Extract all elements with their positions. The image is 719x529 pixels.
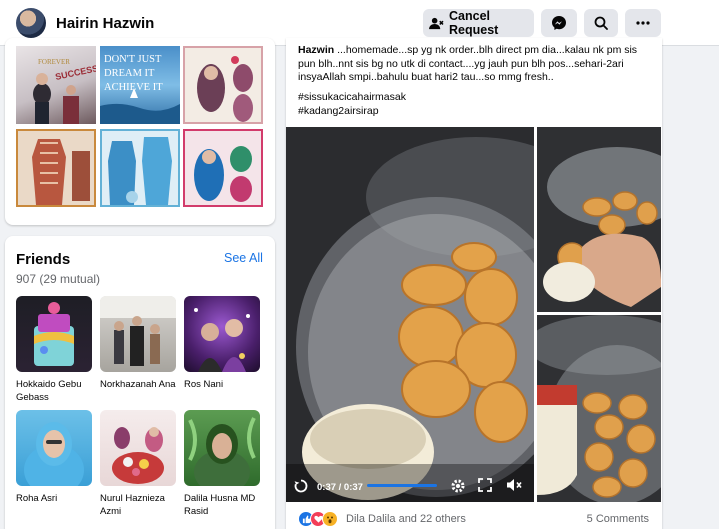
- profile-avatar[interactable]: [16, 8, 46, 38]
- photo-text: FOREVER: [38, 58, 70, 66]
- friend-item[interactable]: Dalila Husna MD Rasid: [184, 410, 262, 518]
- hashtag-link[interactable]: #sissukacicahairmasak: [298, 90, 406, 104]
- mute-icon[interactable]: [506, 478, 522, 497]
- post-video[interactable]: [286, 127, 534, 502]
- post-text: Hazwin ...homemade...sp yg nk order..blh…: [298, 44, 654, 85]
- hashtag-link[interactable]: #kadang2airsirap: [298, 104, 406, 118]
- photos-card: FOREVER SUCCESS DAY DON'T JUST DREAM IT …: [5, 38, 275, 225]
- friends-title: Friends: [16, 251, 71, 268]
- photo-thumbnail[interactable]: [100, 129, 180, 207]
- friend-photo[interactable]: [16, 410, 92, 486]
- friend-name[interactable]: Ros Nani: [184, 378, 262, 391]
- post-card: Hazwin ...homemade...sp yg nk order..blh…: [286, 38, 662, 529]
- video-progress-bar[interactable]: [367, 484, 437, 487]
- post-author[interactable]: Hazwin: [298, 44, 334, 56]
- cancel-request-button[interactable]: Cancel Request: [423, 9, 534, 37]
- post-photo[interactable]: [537, 315, 661, 502]
- photo-thumbnail[interactable]: FOREVER SUCCESS DAY: [16, 46, 96, 124]
- search-button[interactable]: [584, 9, 618, 37]
- fullscreen-icon[interactable]: [478, 478, 492, 497]
- settings-icon[interactable]: [450, 478, 466, 499]
- post-photo[interactable]: [537, 127, 661, 312]
- friend-item[interactable]: Hokkaido Gebu Gebass: [16, 296, 94, 404]
- friends-card: Friends 907 (29 mutual) See All Hokkaido…: [5, 236, 275, 529]
- friends-count: 907 (29 mutual): [16, 272, 101, 286]
- friend-name[interactable]: Nurul Haznieza Azmi: [100, 492, 178, 518]
- post-engagement-bar: Dila Dalila and 22 others 5 Comments: [298, 510, 652, 529]
- more-button[interactable]: [625, 9, 661, 37]
- photo-text: DON'T JUST: [104, 54, 162, 65]
- friend-photo[interactable]: [184, 410, 260, 486]
- messenger-icon: [551, 15, 567, 31]
- friend-request-icon: [429, 17, 444, 30]
- cancel-request-label: Cancel Request: [449, 9, 499, 37]
- friend-photo[interactable]: [100, 296, 176, 372]
- see-all-friends-link[interactable]: See All: [224, 251, 263, 265]
- friend-item[interactable]: Ros Nani: [184, 296, 262, 391]
- photo-thumbnail[interactable]: DON'T JUST DREAM IT ACHIEVE IT: [100, 46, 180, 124]
- more-icon: [636, 21, 650, 25]
- reaction-icons[interactable]: [298, 511, 338, 527]
- friend-name[interactable]: Roha Asri: [16, 492, 94, 505]
- friend-name[interactable]: Dalila Husna MD Rasid: [184, 492, 262, 518]
- photo-thumbnail[interactable]: [183, 46, 263, 124]
- comments-count[interactable]: 5 Comments: [587, 513, 649, 525]
- reactions-summary[interactable]: Dila Dalila and 22 others: [346, 513, 466, 525]
- friend-name[interactable]: Hokkaido Gebu Gebass: [16, 378, 94, 404]
- friend-item[interactable]: Nurul Haznieza Azmi: [100, 410, 178, 518]
- search-icon: [594, 16, 608, 30]
- replay-icon[interactable]: [293, 478, 309, 499]
- friend-name[interactable]: Norkhazanah Ana: [100, 378, 178, 391]
- video-time: 0:37 / 0:37: [317, 482, 363, 493]
- wow-icon: [322, 511, 338, 527]
- friend-photo[interactable]: [184, 296, 260, 372]
- profile-name[interactable]: Hairin Hazwin: [56, 15, 154, 32]
- friend-photo[interactable]: [100, 410, 176, 486]
- friend-item[interactable]: Norkhazanah Ana: [100, 296, 178, 391]
- photo-thumbnail[interactable]: [183, 129, 263, 207]
- photo-text: DREAM IT: [104, 68, 155, 79]
- friend-photo[interactable]: [16, 296, 92, 372]
- post-body: ...homemade...sp yg nk order..blh direct…: [298, 44, 638, 83]
- hashtags: #sissukacicahairmasak #kadang2airsirap: [298, 90, 406, 118]
- photo-thumbnail[interactable]: [16, 129, 96, 207]
- message-button[interactable]: [541, 9, 577, 37]
- friend-item[interactable]: Roha Asri: [16, 410, 94, 505]
